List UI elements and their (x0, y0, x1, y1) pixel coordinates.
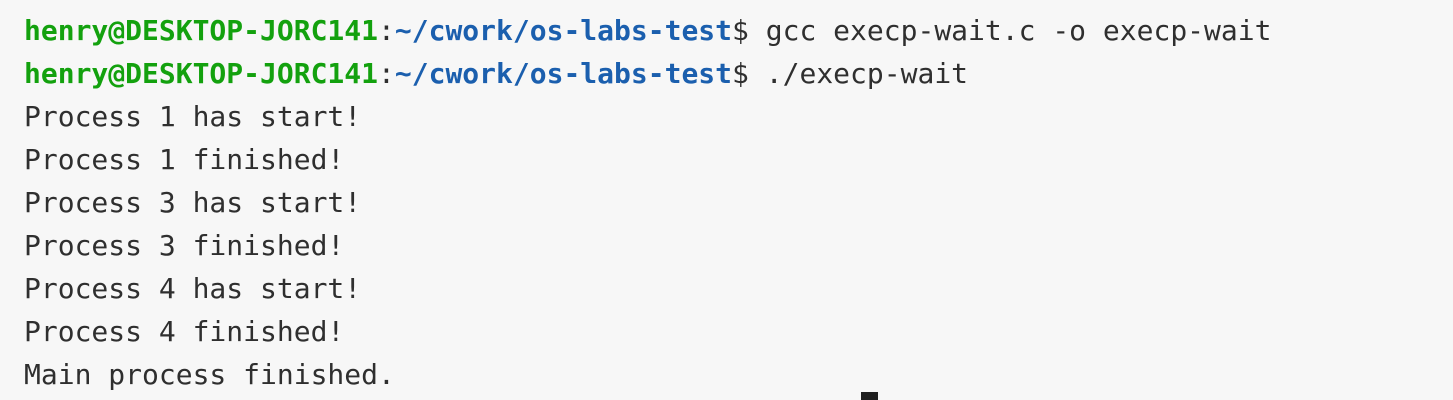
scrolled-line-remnant: ┘ (24, 0, 75, 9)
output-line: Process 1 has start! (24, 100, 362, 133)
prompt-dollar: $ (732, 57, 749, 90)
prompt-colon: : (378, 14, 395, 47)
command-text: gcc execp-wait.c -o execp-wait (748, 14, 1272, 47)
prompt-path: ~/cwork/os-labs-test (394, 14, 733, 47)
terminal-cursor (861, 392, 878, 400)
output-line: Main process finished. (24, 358, 395, 391)
prompt-user-host: henry@DESKTOP-JORC141 (24, 14, 379, 47)
output-line: Process 1 finished! (24, 143, 345, 176)
prompt-colon: : (378, 57, 395, 90)
output-line: Process 3 finished! (24, 229, 345, 262)
prompt-line-2: henry@DESKTOP-JORC141:~/cwork/os-labs-te… (24, 52, 968, 95)
prompt-user-host: henry@DESKTOP-JORC141 (24, 57, 379, 90)
prompt-dollar: $ (732, 14, 749, 47)
prompt-line-1: henry@DESKTOP-JORC141:~/cwork/os-labs-te… (24, 9, 1271, 52)
command-text: ./execp-wait (748, 57, 969, 90)
output-line: Process 4 finished! (24, 315, 345, 348)
terminal-window[interactable]: ┘ henry@DESKTOP-JORC141:~/cwork/os-labs-… (0, 0, 1453, 400)
prompt-path: ~/cwork/os-labs-test (394, 57, 733, 90)
output-line: Process 3 has start! (24, 186, 362, 219)
output-line: Process 4 has start! (24, 272, 362, 305)
